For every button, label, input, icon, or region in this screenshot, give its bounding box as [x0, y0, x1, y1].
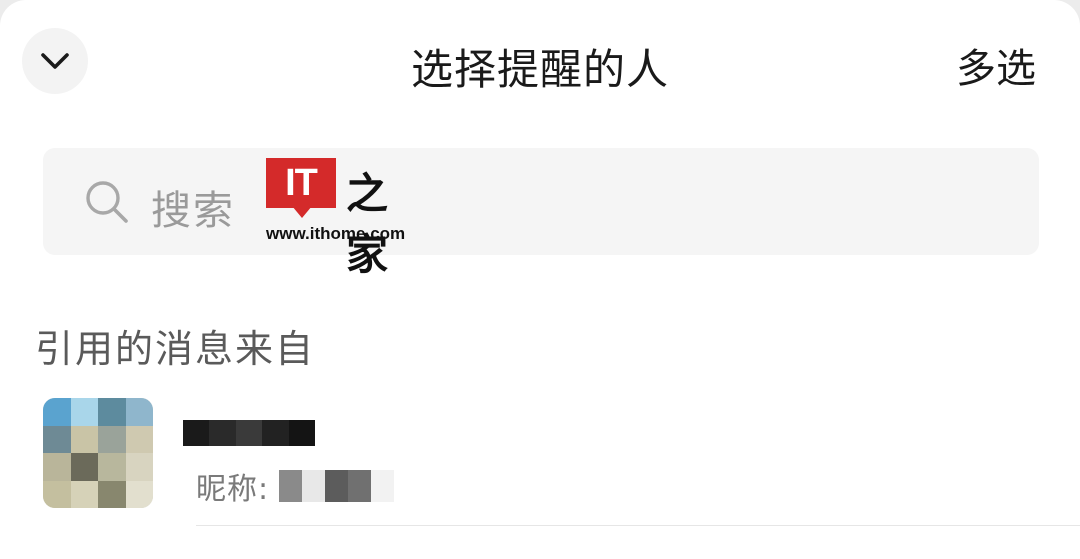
multi-select-button[interactable]: 多选	[956, 36, 1036, 94]
row-divider	[196, 525, 1080, 526]
watermark: IT 之家 www.ithome.com	[266, 158, 416, 279]
watermark-script: 之家	[346, 169, 388, 279]
nickname-value-redacted	[279, 470, 395, 502]
page-title: 选择提醒的人	[410, 45, 669, 94]
contact-name-redacted	[183, 420, 316, 446]
search-input[interactable]: 搜索	[43, 148, 1039, 255]
search-placeholder: 搜索	[151, 188, 235, 234]
section-header: 引用的消息来自	[35, 327, 316, 371]
avatar	[43, 398, 153, 508]
nickname-row: 昵称:	[196, 464, 395, 508]
search-icon	[86, 181, 128, 223]
watermark-logo: IT	[266, 158, 336, 208]
list-item[interactable]: 昵称:	[0, 390, 1080, 530]
watermark-logo-tail	[292, 206, 312, 218]
watermark-url: www.ithome.com	[266, 224, 406, 243]
mention-picker-sheet: 选择提醒的人 多选 搜索 IT 之家 www.ithome.com 引用的消息来…	[0, 0, 1080, 559]
nickname-label: 昵称:	[196, 472, 270, 507]
